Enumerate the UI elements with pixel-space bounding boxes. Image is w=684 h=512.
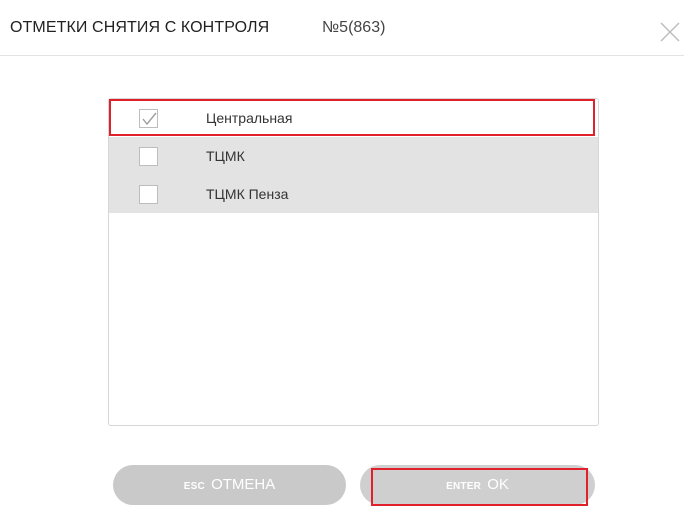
list-item[interactable]: ТЦМК Пенза	[109, 175, 598, 213]
checkbox[interactable]	[139, 109, 158, 128]
list-item-label: ТЦМК Пенза	[206, 186, 289, 202]
ok-button[interactable]: ENTER OK	[360, 465, 595, 505]
dialog-title: ОТМЕТКИ СНЯТИЯ С КОНТРОЛЯ	[10, 19, 270, 36]
close-icon[interactable]	[659, 21, 681, 43]
ok-label: OK	[487, 476, 509, 493]
list-item-label: ТЦМК	[206, 148, 245, 164]
checkbox[interactable]	[139, 147, 158, 166]
dialog-number: №5(863)	[322, 19, 386, 36]
cancel-label: ОТМЕНА	[211, 476, 276, 493]
list-item[interactable]: ТЦМК	[109, 137, 598, 175]
dialog-header: ОТМЕТКИ СНЯТИЯ С КОНТРОЛЯ №5(863)	[0, 0, 684, 56]
ok-key-hint: ENTER	[446, 481, 482, 492]
checkbox[interactable]	[139, 185, 158, 204]
list-item-label: Центральная	[206, 110, 293, 126]
cancel-button[interactable]: ESC ОТМЕНА	[113, 465, 346, 505]
list-item[interactable]: Центральная	[109, 99, 598, 137]
cancel-key-hint: ESC	[183, 481, 205, 492]
checkmark-icon	[142, 112, 157, 126]
selection-list: Центральная ТЦМК ТЦМК Пенза	[108, 98, 599, 426]
